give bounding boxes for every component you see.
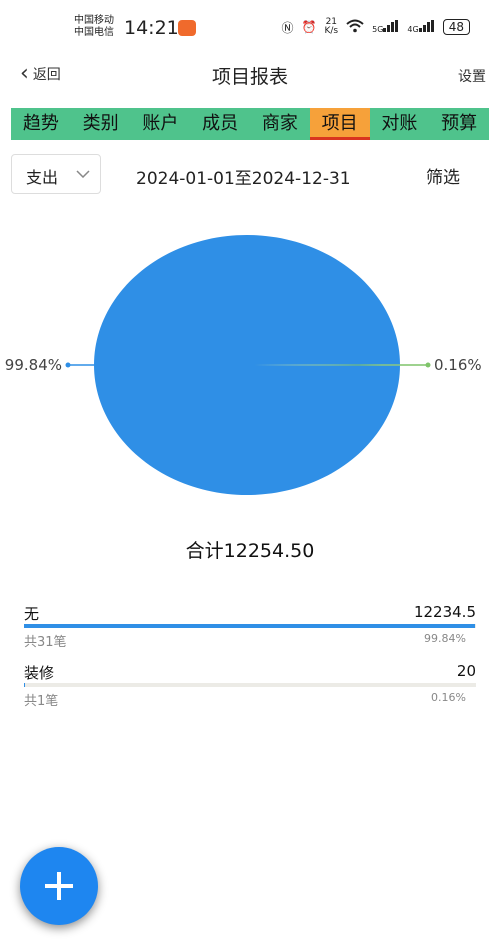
back-label: 返回 (32, 67, 61, 83)
carrier-1: 中国移动 (74, 15, 114, 26)
battery-indicator: 48 (442, 19, 470, 35)
nfc-icon: Ⓝ (281, 20, 294, 35)
item-amount: 12234.5 (413, 603, 476, 621)
tab-trend[interactable]: 趋势 (11, 108, 71, 140)
date-range[interactable]: 2024-01-01至2024-12-31 (136, 164, 351, 189)
item-count: 共31笔 (24, 635, 67, 650)
tab-reconcile[interactable]: 对账 (370, 108, 430, 140)
chevron-down-icon (76, 170, 90, 178)
item-amount: 20 (456, 662, 476, 680)
signal-4g-label: 4G (407, 25, 419, 34)
net-speed: 21 K/s (325, 18, 339, 36)
header: 项目报表 ‹ 返回 设置 (0, 56, 500, 96)
signal-5g-icon: 5G (372, 20, 399, 34)
app-notification-icon (178, 20, 196, 36)
tab-merchant[interactable]: 商家 (250, 108, 310, 140)
settings-button[interactable]: 设置 (458, 66, 486, 86)
tab-account[interactable]: 账户 (131, 108, 191, 140)
status-icons: Ⓝ ⏰ 21 K/s 5G 4G 48 (282, 18, 470, 36)
page-title: 项目报表 (211, 66, 288, 88)
tab-budget[interactable]: 预算 (429, 108, 489, 140)
type-select[interactable]: 支出 (11, 154, 101, 194)
carrier-2: 中国电信 (74, 27, 114, 38)
leader-dot-1 (425, 362, 431, 368)
alarm-icon: ⏰ (301, 20, 317, 34)
report-tabs: 趋势 类别 账户 成员 商家 项目 对账 预算 (11, 108, 489, 140)
carrier-info: 中国移动 中国电信 (74, 15, 114, 39)
plus-icon (45, 872, 73, 900)
pie-label-1: 0.16% (434, 356, 482, 374)
add-record-button[interactable] (20, 847, 98, 925)
wifi-icon (346, 19, 364, 36)
leader-dot-0 (65, 362, 71, 368)
clock: 14:21 (124, 17, 179, 39)
item-percent: 0.16% (431, 691, 466, 704)
item-name: 无 (24, 605, 40, 623)
pie-label-0: 99.84% (5, 356, 62, 374)
item-percent: 99.84% (424, 632, 466, 645)
signal-5g-label: 5G (372, 25, 384, 34)
share-bar (24, 683, 476, 687)
net-speed-unit: K/s (324, 26, 339, 36)
back-button[interactable]: ‹ 返回 (20, 61, 61, 86)
tab-category[interactable]: 类别 (71, 108, 131, 140)
chevron-left-icon: ‹ (20, 61, 29, 86)
item-name: 装修 (24, 664, 55, 682)
type-select-value: 支出 (26, 168, 59, 187)
share-bar (24, 624, 476, 628)
item-count: 共1笔 (24, 694, 59, 709)
tab-project[interactable]: 项目 (309, 108, 370, 140)
tab-member[interactable]: 成员 (190, 108, 250, 140)
share-bar-fill (24, 683, 25, 687)
share-bar-fill (24, 624, 476, 628)
pie-chart: 99.84% 0.16% (5, 235, 482, 495)
status-bar: 中国移动 中国电信 14:21 Ⓝ ⏰ 21 K/s 5G 4G 48 (0, 0, 500, 52)
filter-button[interactable]: 筛选 (426, 163, 460, 188)
total-amount: 合计12254.50 (185, 540, 315, 562)
signal-4g-icon: 4G (407, 20, 434, 34)
